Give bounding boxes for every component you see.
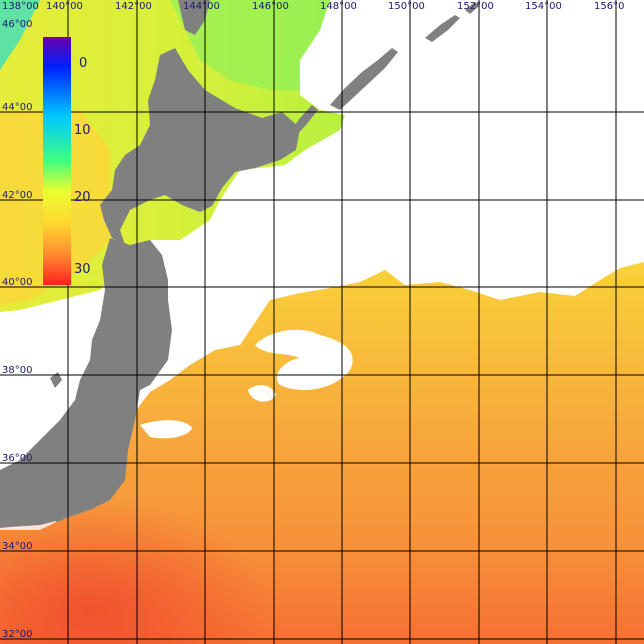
longitude-label: 144°00 (183, 1, 220, 12)
latitude-label: 34°00 (2, 541, 32, 552)
longitude-label: 142°00 (115, 1, 152, 12)
longitude-label: 138°00 (2, 1, 39, 12)
colorbar-tick-label: 10 (74, 123, 91, 138)
colorbar-tick-label: 0 (79, 56, 87, 71)
latitude-label: 46°00 (2, 19, 32, 30)
latitude-label: 42°00 (2, 190, 32, 201)
longitude-label: 152°00 (457, 1, 494, 12)
colorbar-tick-label: 30 (74, 262, 91, 277)
latitude-label: 38°00 (2, 365, 32, 376)
map-canvas: 138°00 140°00 142°00 144°00 146°00 148°00 150°… (0, 0, 644, 644)
longitude-label: 156°0 (594, 1, 624, 12)
latitude-label: 32°00 (2, 629, 32, 640)
latitude-label: 44°00 (2, 102, 32, 113)
sst-map: 138°00 140°00 142°00 144°00 146°00 148°00 150°… (0, 0, 644, 644)
latitude-label: 40°00 (2, 277, 32, 288)
longitude-label: 150°00 (388, 1, 425, 12)
colorbar-tick-label: 20 (74, 190, 91, 205)
longitude-label: 154°00 (525, 1, 562, 12)
longitude-label: 148°00 (320, 1, 357, 12)
longitude-label: 140°00 (46, 1, 83, 12)
longitude-label: 146°00 (252, 1, 289, 12)
colorbar-ramp (43, 37, 71, 285)
latitude-label: 36°00 (2, 453, 32, 464)
